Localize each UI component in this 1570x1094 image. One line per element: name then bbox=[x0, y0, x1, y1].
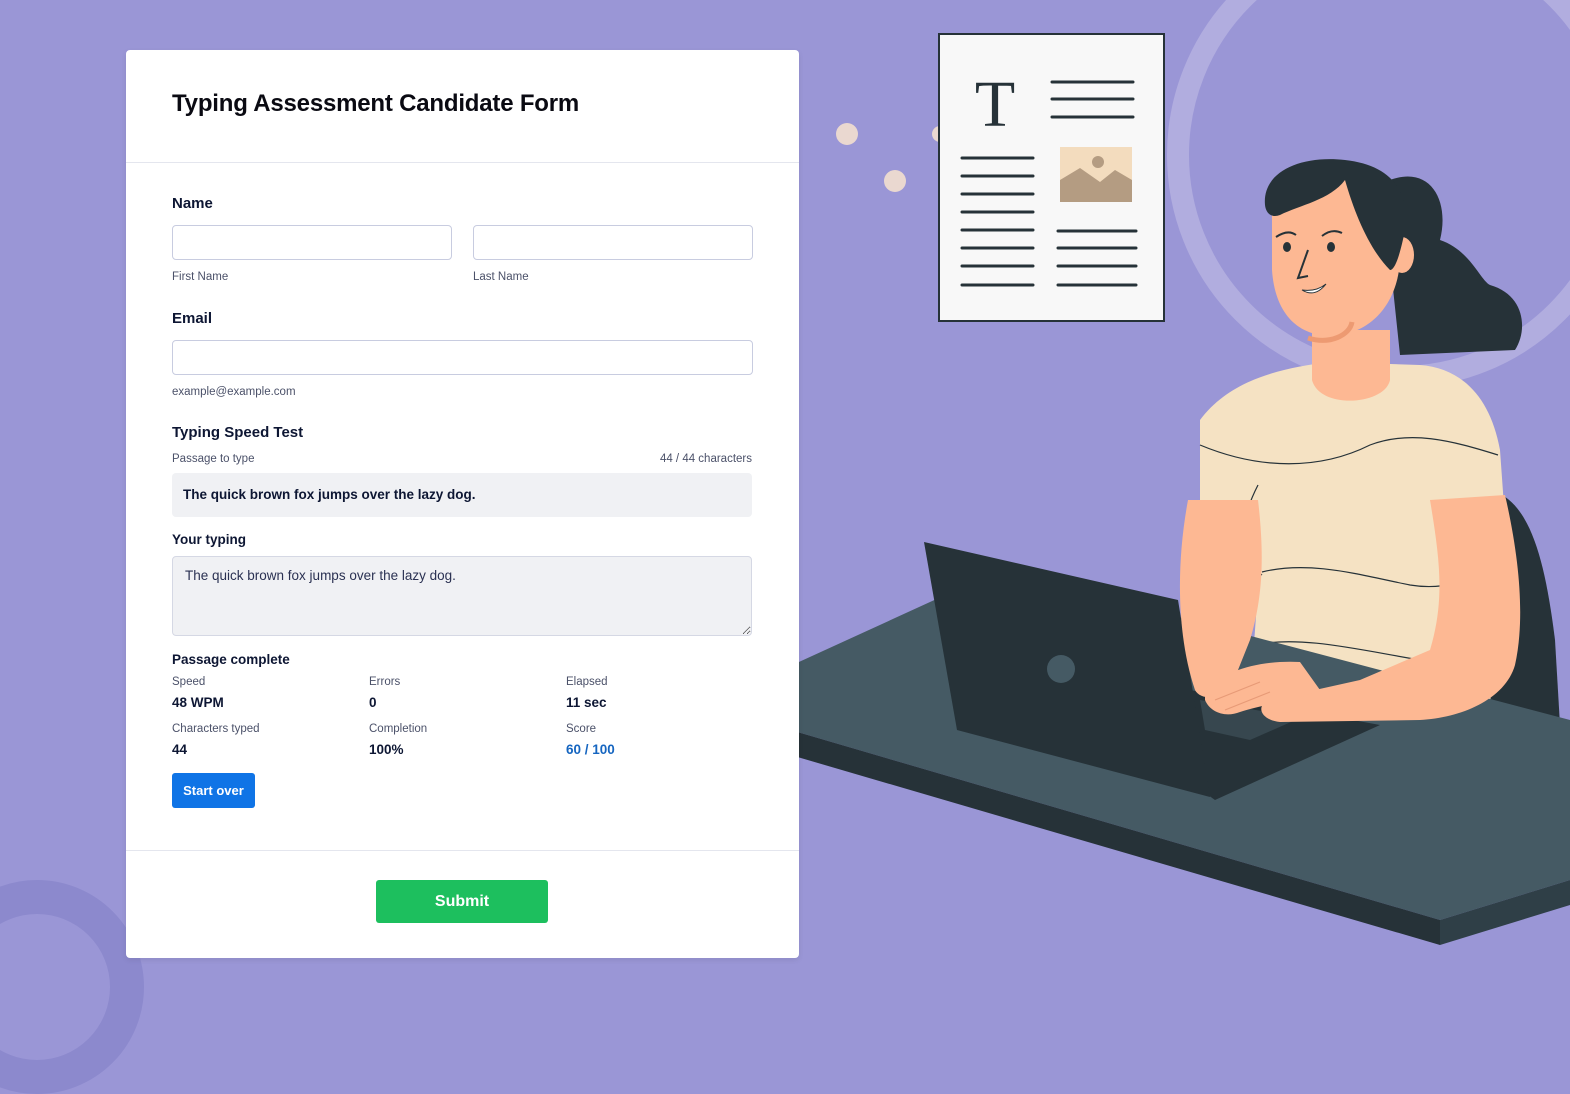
completion-value: 100% bbox=[369, 742, 404, 757]
document-icon: T bbox=[938, 33, 1165, 322]
form-title: Typing Assessment Candidate Form bbox=[172, 90, 580, 117]
submit-button[interactable]: Submit bbox=[376, 880, 548, 923]
speed-label: Speed bbox=[172, 676, 206, 688]
email-sublabel: example@example.com bbox=[172, 386, 296, 398]
document-letter: T bbox=[975, 68, 1015, 141]
score-label: Score bbox=[566, 723, 597, 735]
character-count: 44 / 44 characters bbox=[659, 453, 752, 465]
first-name-sublabel: First Name bbox=[172, 271, 229, 283]
laptop-logo-icon bbox=[1047, 655, 1075, 683]
completion-label: Completion bbox=[369, 723, 428, 735]
status-message: Passage complete bbox=[172, 652, 290, 667]
passage-text: The quick brown fox jumps over the lazy … bbox=[172, 473, 752, 517]
image-placeholder-icon bbox=[1060, 147, 1132, 202]
your-typing-label: Your typing bbox=[172, 532, 246, 547]
last-name-sublabel: Last Name bbox=[473, 271, 529, 283]
speed-value: 48 WPM bbox=[172, 695, 224, 710]
characters-typed-value: 44 bbox=[172, 742, 188, 757]
email-input[interactable] bbox=[172, 340, 753, 375]
name-label: Name bbox=[172, 195, 213, 212]
typing-input[interactable]: The quick brown fox jumps over the lazy … bbox=[172, 556, 752, 636]
last-name-input[interactable] bbox=[473, 225, 753, 260]
errors-label: Errors bbox=[369, 676, 401, 688]
passage-label: Passage to type bbox=[172, 453, 255, 465]
characters-typed-label: Characters typed bbox=[172, 723, 260, 735]
start-over-button[interactable]: Start over bbox=[172, 773, 255, 808]
email-label: Email bbox=[172, 310, 213, 327]
elapsed-value: 11 sec bbox=[566, 695, 607, 710]
score-value: 60 / 100 bbox=[566, 742, 615, 757]
form-header: Typing Assessment Candidate Form bbox=[126, 50, 799, 163]
typing-test-label: Typing Speed Test bbox=[172, 424, 304, 441]
decorative-dot bbox=[836, 123, 858, 145]
elapsed-label: Elapsed bbox=[566, 676, 608, 688]
first-name-input[interactable] bbox=[172, 225, 452, 260]
errors-value: 0 bbox=[369, 695, 377, 710]
form-card: Typing Assessment Candidate Form Name Fi… bbox=[126, 50, 799, 958]
decorative-dot bbox=[884, 170, 906, 192]
form-footer: Submit bbox=[126, 850, 799, 959]
